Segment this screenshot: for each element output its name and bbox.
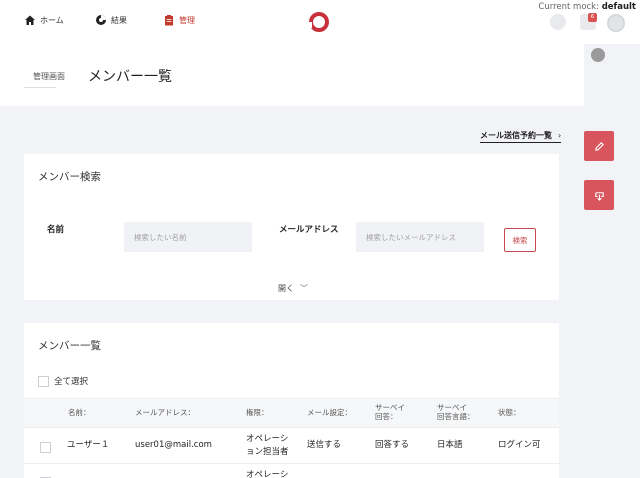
mock-indicator: Current mock: default bbox=[538, 2, 636, 12]
expand-toggle[interactable]: 開く ﹀ bbox=[278, 283, 308, 294]
header-divider bbox=[24, 87, 56, 88]
search-card-title: メンバー検索 bbox=[38, 171, 101, 183]
email-label: メールアドレス bbox=[279, 225, 339, 235]
nav-home[interactable]: ホーム bbox=[24, 14, 64, 26]
user-avatar-icon[interactable] bbox=[607, 14, 625, 32]
col-survey-lang[interactable]: サーベイ 回答言語： bbox=[437, 403, 475, 421]
help-icon[interactable] bbox=[550, 14, 566, 30]
chart-pie-icon bbox=[96, 15, 106, 25]
select-all[interactable]: 全て選択 bbox=[38, 375, 88, 387]
edit-button[interactable] bbox=[584, 131, 614, 161]
list-card-title: メンバー一覧 bbox=[38, 340, 101, 352]
top-nav: ホーム 結果 管理 Current mock: default 6 bbox=[0, 0, 640, 44]
col-mail-setting[interactable]: メール設定： bbox=[307, 408, 352, 417]
chevron-down-icon: ﹀ bbox=[300, 284, 308, 293]
name-label: 名前 bbox=[47, 225, 65, 235]
row-status: ログイン可 bbox=[498, 440, 541, 450]
expand-label: 開く bbox=[278, 284, 294, 293]
row-survey-answer: 回答する bbox=[375, 440, 410, 450]
export-icon bbox=[594, 191, 604, 201]
clipboard-icon bbox=[165, 15, 173, 26]
member-list-card: メンバー一覧 全て選択 名前： メールアドレス： 権限： メール設定： サーベイ… bbox=[24, 323, 559, 478]
notification-badge: 6 bbox=[588, 13, 597, 22]
select-all-checkbox[interactable] bbox=[38, 375, 49, 387]
breadcrumb[interactable]: 管理画面 bbox=[33, 71, 65, 82]
table-header: 名前： メールアドレス： 権限： メール設定： サーベイ 回答： サーベイ 回答… bbox=[24, 398, 559, 428]
search-button[interactable]: 検索 bbox=[504, 228, 536, 252]
nav-admin[interactable]: 管理 bbox=[163, 14, 195, 26]
export-button[interactable] bbox=[584, 180, 614, 210]
row-role: オペレーシ bbox=[246, 470, 289, 478]
chevron-right-icon: › bbox=[558, 131, 562, 140]
nav-home-label: ホーム bbox=[40, 15, 64, 25]
col-survey-answer[interactable]: サーベイ 回答： bbox=[375, 403, 405, 421]
mock-value: default bbox=[601, 2, 636, 12]
app-logo[interactable] bbox=[309, 12, 329, 32]
row-email: user01@mail.com bbox=[135, 440, 212, 450]
page-title: メンバー一覧 bbox=[88, 69, 172, 85]
member-search-card: メンバー検索 名前 メールアドレス 検索 開く ﹀ bbox=[24, 154, 559, 300]
nav-results[interactable]: 結果 bbox=[95, 14, 127, 26]
nav-admin-label: 管理 bbox=[179, 15, 195, 25]
col-name[interactable]: 名前： bbox=[68, 408, 91, 417]
table-row[interactable]: オペレーシ bbox=[24, 464, 559, 478]
page-header: 管理画面 メンバー一覧 bbox=[0, 44, 584, 106]
mail-schedule-link-label: メール送信予約一覧 bbox=[480, 131, 552, 140]
row-role: オペレーション担当者 bbox=[246, 434, 289, 457]
table-row[interactable]: ユーザー１ user01@mail.com オペレーション担当者 送信する 回答… bbox=[24, 428, 559, 464]
row-mail-setting: 送信する bbox=[307, 440, 342, 450]
home-icon bbox=[25, 15, 35, 25]
status-dot bbox=[591, 48, 605, 62]
row-survey-lang: 日本語 bbox=[437, 440, 463, 450]
col-email[interactable]: メールアドレス： bbox=[135, 408, 195, 417]
nav-results-label: 結果 bbox=[111, 15, 127, 25]
pencil-icon bbox=[594, 141, 604, 151]
mock-prefix: Current mock: bbox=[538, 2, 599, 12]
name-search-input[interactable] bbox=[124, 222, 252, 252]
row-checkbox[interactable] bbox=[40, 442, 51, 453]
select-all-label: 全て選択 bbox=[54, 377, 89, 387]
mail-schedule-link[interactable]: メール送信予約一覧 › bbox=[480, 130, 562, 143]
row-name: ユーザー１ bbox=[67, 440, 110, 450]
col-role[interactable]: 権限： bbox=[246, 408, 269, 417]
email-search-input[interactable] bbox=[356, 222, 484, 252]
col-status[interactable]: 状態： bbox=[498, 408, 521, 417]
